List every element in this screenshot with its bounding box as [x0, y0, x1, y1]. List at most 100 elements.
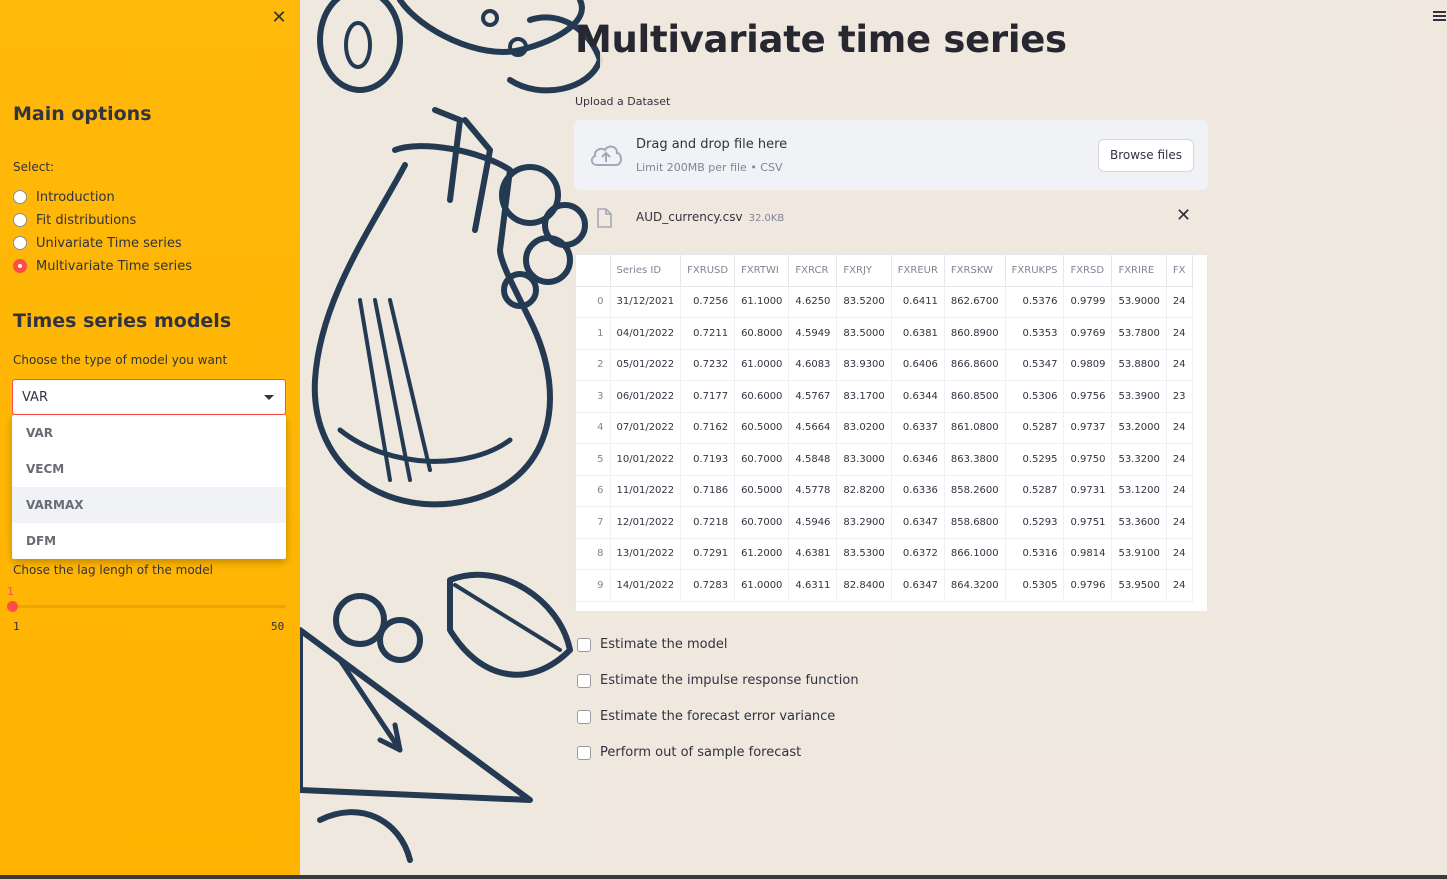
table-cell: 4.5949 [788, 317, 838, 350]
radio-circle[interactable] [13, 190, 27, 204]
table-cell: 866.1000 [944, 538, 1006, 570]
data-table[interactable]: Series ID FXRUSD FXRTWI FXRCR FXRJY FXREUR FXR… [575, 254, 1208, 612]
radio-circle[interactable] [13, 213, 27, 227]
checkbox[interactable] [577, 673, 591, 688]
table-cell: 0.9809 [1063, 349, 1113, 381]
menu-icon[interactable] [1433, 11, 1446, 22]
radio-circle[interactable] [13, 236, 27, 250]
index-header[interactable] [576, 255, 611, 287]
lag-slider-thumb[interactable] [7, 601, 18, 612]
row-index: 1 [576, 317, 611, 350]
table-cell: 0.7283 [680, 569, 736, 602]
table-cell: 83.5200 [836, 286, 892, 318]
table-cell: 83.5300 [836, 538, 892, 570]
table-cell: 11/01/2022 [610, 475, 682, 507]
table-cell: 0.9737 [1063, 412, 1113, 444]
table-cell: 861.0800 [944, 412, 1006, 444]
table-cell: 0.7218 [680, 506, 736, 539]
table-cell: 0.5293 [1005, 506, 1065, 539]
radio-label: Univariate Time series [36, 235, 182, 251]
table-cell: 07/01/2022 [610, 412, 682, 444]
dropdown-option-dfm[interactable]: DFM [12, 523, 286, 559]
table-cell: 82.8400 [836, 569, 892, 602]
column-header[interactable]: FXRTWI [734, 255, 790, 287]
row-index: 5 [576, 443, 611, 476]
close-sidebar-icon[interactable]: ✕ [270, 9, 288, 27]
row-index: 2 [576, 349, 611, 381]
remove-file-icon[interactable]: ✕ [1176, 205, 1191, 226]
table-cell: 53.1200 [1111, 475, 1167, 507]
table-cell: 24 [1166, 286, 1193, 318]
column-header[interactable]: FXRSD [1063, 255, 1113, 287]
column-header[interactable]: Series ID [610, 255, 682, 287]
table-cell: 858.2600 [944, 475, 1006, 507]
table-cell: 24 [1166, 317, 1193, 350]
dropzone-title: Drag and drop file here [636, 137, 788, 152]
table-cell: 61.1000 [734, 286, 790, 318]
table-cell: 05/01/2022 [610, 349, 682, 381]
file-dropzone[interactable]: Drag and drop file here Limit 200MB per … [574, 120, 1208, 190]
table-cell: 83.0200 [836, 412, 892, 444]
table-cell: 0.9814 [1063, 538, 1113, 570]
column-header[interactable]: FXRUKPS [1005, 255, 1065, 287]
table-cell: 60.7000 [734, 443, 790, 476]
table-cell: 24 [1166, 412, 1193, 444]
table-cell: 0.6337 [891, 412, 945, 444]
table-row: 0 31/12/2021 0.7256 61.1000 4.6250 83.5200 0.6… [576, 286, 1193, 318]
table-row: 8 13/01/2022 0.7291 61.2000 4.6381 83.5300 0.6… [576, 538, 1193, 570]
table-cell: 0.9756 [1063, 380, 1113, 413]
row-index: 8 [576, 538, 611, 570]
checkbox[interactable] [577, 745, 591, 760]
dropdown-option-varmax[interactable]: VARMAX [12, 487, 286, 523]
table-cell: 0.6381 [891, 317, 945, 350]
table-cell: 53.3900 [1111, 380, 1167, 413]
table-cell: 0.6347 [891, 506, 945, 539]
checkbox-estimate-model[interactable]: Estimate the model [577, 637, 728, 652]
lag-slider-track[interactable] [12, 605, 286, 608]
column-header[interactable]: FXREUR [891, 255, 945, 287]
row-index: 3 [576, 380, 611, 413]
checkbox[interactable] [577, 637, 591, 652]
checkbox-impulse-response[interactable]: Estimate the impulse response function [577, 673, 859, 688]
radio-univariate[interactable]: Univariate Time series [13, 234, 182, 252]
chevron-down-icon[interactable] [264, 395, 274, 400]
slider-max: 50 [271, 620, 285, 633]
table-cell: 61.0000 [734, 569, 790, 602]
column-header[interactable]: FX [1166, 255, 1193, 287]
table-cell: 13/01/2022 [610, 538, 682, 570]
radio-circle-selected[interactable] [13, 259, 27, 273]
column-header[interactable]: FXRCR [788, 255, 838, 287]
dropdown-option-vecm[interactable]: VECM [12, 451, 286, 487]
table-cell: 83.1700 [836, 380, 892, 413]
file-name-container: AUD_currency.csv 32.0KB [636, 210, 784, 224]
table-cell: 0.5347 [1005, 349, 1065, 381]
column-header[interactable]: FXRSKW [944, 255, 1006, 287]
model-select-value: VAR [22, 389, 48, 405]
model-select[interactable]: VAR [12, 379, 286, 415]
table-cell: 0.5287 [1005, 412, 1065, 444]
table-cell: 4.5946 [788, 506, 838, 539]
table-cell: 53.3200 [1111, 443, 1167, 476]
column-header[interactable]: FXRUSD [680, 255, 736, 287]
radio-fit-distributions[interactable]: Fit distributions [13, 211, 136, 229]
table-cell: 24 [1166, 569, 1193, 602]
column-header[interactable]: FXRJY [836, 255, 892, 287]
table-cell: 0.5316 [1005, 538, 1065, 570]
checkbox[interactable] [577, 709, 591, 724]
table-cell: 0.7186 [680, 475, 736, 507]
table-cell: 82.8200 [836, 475, 892, 507]
slider-current-value: 1 [7, 585, 14, 598]
browse-files-button[interactable]: Browse files [1098, 139, 1194, 172]
table-cell: 60.8000 [734, 317, 790, 350]
column-header[interactable]: FXRIRE [1111, 255, 1167, 287]
select-label: Select: [13, 160, 55, 174]
checkbox-forecast-error-variance[interactable]: Estimate the forecast error variance [577, 709, 835, 724]
radio-multivariate[interactable]: Multivariate Time series [13, 257, 192, 275]
table-cell: 0.5376 [1005, 286, 1065, 318]
table-cell: 0.5305 [1005, 569, 1065, 602]
dropdown-option-var[interactable]: VAR [12, 415, 286, 451]
table-cell: 866.8600 [944, 349, 1006, 381]
radio-introduction[interactable]: Introduction [13, 188, 115, 206]
checkbox-out-of-sample-forecast[interactable]: Perform out of sample forecast [577, 745, 801, 760]
slider-min: 1 [13, 620, 20, 633]
